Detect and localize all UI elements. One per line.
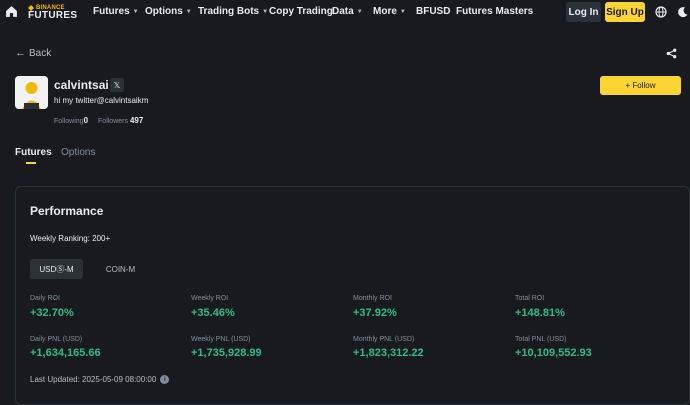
chevron-down-icon: ▼	[262, 8, 269, 15]
nav-futures-label: Futures	[93, 6, 130, 17]
username: calvintsai	[54, 78, 109, 92]
back-link[interactable]: ← Back	[15, 47, 51, 59]
dark-mode-moon-icon[interactable]	[677, 6, 689, 18]
signup-button[interactable]: Sign Up	[605, 2, 645, 22]
last-updated: Last Updated: 2025-05-09 08:00:00 i	[30, 375, 170, 384]
following-stat: Following0	[54, 116, 88, 125]
total-roi-value: +148.81%	[515, 307, 565, 319]
total-pnl-value: +10,109,552.93	[515, 347, 592, 359]
daily-pnl-value: +1,634,165.66	[30, 347, 101, 359]
x-twitter-icon[interactable]: 𝕏	[110, 78, 124, 92]
nav-trading-bots-label: Trading Bots	[198, 6, 260, 17]
globe-icon[interactable]	[655, 6, 667, 18]
nav-futures-masters[interactable]: Futures Masters	[456, 6, 533, 17]
tab-options[interactable]: Options	[61, 147, 95, 158]
tab-futures[interactable]: Futures	[15, 147, 52, 158]
monthly-roi-value: +37.92%	[353, 307, 397, 319]
total-pnl-label: Total PNL (USD)	[515, 336, 567, 343]
followers-label: Followers	[98, 118, 128, 125]
nav-trading-bots[interactable]: Trading Bots ▼	[198, 6, 268, 17]
followers-count: 497	[129, 116, 144, 125]
profile-bio: hi my twitter@calvintsaikm	[54, 96, 149, 105]
weekly-pnl-label: Weekly PNL (USD)	[191, 336, 251, 343]
performance-card: Performance Weekly Ranking: 200+ USDⓈ-M …	[15, 186, 690, 405]
daily-pnl-label: Daily PNL (USD)	[30, 336, 83, 343]
performance-title: Performance	[30, 204, 104, 218]
share-icon[interactable]	[666, 48, 677, 59]
followers-stat: Followers 497	[98, 116, 143, 125]
chevron-down-icon: ▼	[132, 8, 139, 15]
arrow-left-icon: ←	[15, 47, 26, 59]
login-button[interactable]: Log In	[566, 2, 601, 22]
daily-roi-label: Daily ROI	[30, 295, 60, 302]
last-updated-text: Last Updated: 2025-05-09 08:00:00	[30, 375, 157, 384]
nav-more-label: More	[373, 6, 397, 17]
segment-usds-m[interactable]: USDⓈ-M	[30, 259, 83, 279]
segment-coin-m[interactable]: COIN-M	[98, 259, 143, 279]
weekly-ranking: Weekly Ranking: 200+	[30, 234, 111, 243]
back-label: Back	[29, 47, 52, 59]
nav-bfusd[interactable]: BFUSD	[416, 6, 450, 17]
weekly-roi-label: Weekly ROI	[191, 295, 229, 302]
weekly-roi-value: +35.46%	[191, 307, 235, 319]
profile-stats: Following0 Followers 497	[54, 116, 143, 125]
brand-bottom-text: FUTURES	[28, 10, 78, 21]
avatar	[15, 76, 48, 109]
binance-futures-logo[interactable]: BINANCE FUTURES	[28, 4, 84, 21]
nav-options[interactable]: Options ▼	[145, 6, 192, 17]
chevron-down-icon: ▼	[356, 8, 363, 15]
daily-roi-value: +32.70%	[30, 307, 74, 319]
monthly-pnl-value: +1,823,312.22	[353, 347, 424, 359]
monthly-pnl-label: Monthly PNL (USD)	[353, 336, 415, 343]
nav-options-label: Options	[145, 6, 183, 17]
nav-copy-trading-label: Copy Trading	[269, 6, 333, 17]
info-icon[interactable]: i	[160, 375, 170, 384]
chevron-down-icon: ▼	[185, 8, 192, 15]
nav-bfusd-label: BFUSD	[416, 6, 451, 17]
following-label: Following	[54, 118, 84, 125]
monthly-roi-label: Monthly ROI	[353, 295, 392, 302]
active-tab-indicator	[26, 162, 36, 164]
nav-futures[interactable]: Futures ▼	[93, 6, 139, 17]
nav-data[interactable]: Data ▼	[332, 6, 363, 17]
nav-more[interactable]: More ▼	[373, 6, 406, 17]
nav-futures-masters-label: Futures Masters	[456, 6, 534, 17]
home-icon[interactable]	[5, 5, 18, 18]
nav-copy-trading[interactable]: Copy Trading	[269, 6, 333, 17]
nav-data-label: Data	[332, 6, 354, 17]
chevron-down-icon: ▼	[399, 8, 406, 15]
follow-button[interactable]: + Follow	[600, 76, 681, 95]
total-roi-label: Total ROI	[515, 295, 545, 302]
weekly-pnl-value: +1,735,928.99	[191, 347, 262, 359]
top-navbar: BINANCE FUTURES Futures ▼ Options ▼ Tradin…	[0, 0, 690, 24]
following-count: 0	[83, 116, 89, 125]
avatar-image	[15, 76, 48, 109]
